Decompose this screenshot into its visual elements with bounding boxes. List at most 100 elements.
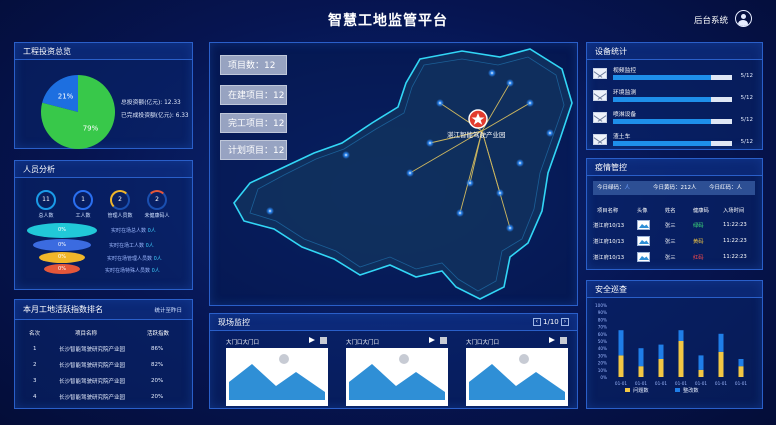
rank-cell: 3 <box>33 378 37 384</box>
region-map[interactable] <box>210 43 577 305</box>
pie-slice-label: 21% <box>58 92 74 100</box>
play-icon[interactable] <box>309 337 315 343</box>
time-cell: 11:22:23 <box>723 238 747 244</box>
epidemic-panel: 疫情管控 今日绿码：人 今日黄码：212人 今日红码：人 项目名称 头像 姓名 … <box>586 158 763 270</box>
stop-icon[interactable] <box>440 337 447 344</box>
page-title: 智慧工地监管平台 <box>328 13 448 29</box>
activity-col: 活跃指数 <box>147 331 170 337</box>
project-cell: 长沙智能驾驶研究院产业园 <box>59 379 126 385</box>
stop-icon[interactable] <box>320 337 327 344</box>
name-cell: 张三 <box>665 255 676 261</box>
legend-swatch <box>625 388 630 392</box>
prev-page-icon[interactable]: ‹ <box>532 318 541 326</box>
funnel-layer-4: 0% <box>44 264 80 274</box>
project-cell: 长沙智能驾驶研究院产业园 <box>59 347 126 353</box>
envelope-icon <box>593 68 607 79</box>
pie-slice-label: 79% <box>83 125 99 133</box>
photo-icon <box>637 252 650 262</box>
bar-整改数 <box>718 333 724 352</box>
device-progress <box>613 97 732 102</box>
y-tick-label: 50% <box>598 339 607 344</box>
col-avatar: 头像 <box>637 208 648 214</box>
y-tick-label: 0% <box>600 375 607 380</box>
table-row[interactable]: 4 长沙智能驾驶研究院产业园 20% <box>21 389 189 405</box>
x-tick-label: 01-01 <box>695 381 708 386</box>
envelope-icon <box>593 112 607 123</box>
user-avatar-icon[interactable] <box>735 10 752 27</box>
avatar-cell <box>637 249 665 265</box>
epidemic-table: 项目名称 头像 姓名 健康码 入场时间 湛江府10/13 张三 绿码 11:22… <box>593 203 755 265</box>
project-cell: 长沙智能驾驶研究院产业园 <box>59 363 126 369</box>
time-cell: 11:22:23 <box>723 254 747 260</box>
play-icon[interactable] <box>429 337 435 343</box>
envelope-icon <box>593 90 607 101</box>
staff-panel: 人员分析 11 总人数 1 工人数 2 管理人员数 2 未健康码人 0% 0% … <box>14 160 193 290</box>
x-tick-label: 01-01 <box>675 381 688 386</box>
camera-name: 大门口大门口 <box>346 340 380 346</box>
funnel-layer-3: 0% <box>39 252 85 263</box>
bar-整改数 <box>618 330 624 356</box>
bar-问题数 <box>678 341 684 377</box>
device-count: 5/12 <box>740 73 753 79</box>
table-row[interactable]: 湛江府10/13 张三 绿码 11:22:23 <box>593 217 755 233</box>
investment-title: 工程投资总览 <box>15 43 192 60</box>
table-row[interactable]: 2 长沙智能驾驶研究院产业园 82% <box>21 357 189 373</box>
envelope-icon <box>593 134 607 145</box>
device-progress <box>613 75 732 80</box>
bar-整改数 <box>678 330 684 341</box>
device-name: 喷淋设备 <box>613 112 637 118</box>
y-tick-label: 100% <box>595 303 607 308</box>
pie-svg: 21% 79% <box>40 75 115 149</box>
device-env[interactable]: 环境监测 5/12 <box>593 87 757 107</box>
health-code-cell: 红码 <box>693 255 704 261</box>
x-tick-label: 01-01 <box>715 381 728 386</box>
ring-unhealthy: 2 <box>147 190 167 210</box>
epidemic-header-row: 项目名称 头像 姓名 健康码 入场时间 <box>593 203 755 217</box>
bar-整改数 <box>638 348 644 367</box>
x-tick-label: 01-01 <box>655 381 668 386</box>
activity-cell: 20% <box>151 394 164 400</box>
camera-item-2[interactable]: 大门口大门口 <box>346 337 448 406</box>
avatar-cell <box>637 233 665 249</box>
header: 智慧工地监管平台 后台系统 <box>0 0 776 38</box>
ranking-panel: 本月工地活跃指数排名 统计至昨日 名次 项目名称 活跃指数 1 长沙智能驾驶研究院… <box>14 299 193 409</box>
camera-item-1[interactable]: 大门口大门口 <box>226 337 328 406</box>
device-sprinkler[interactable]: 喷淋设备 5/12 <box>593 109 757 129</box>
next-page-icon[interactable]: › <box>561 318 569 326</box>
ring-managers-label: 管理人员数 <box>107 213 133 219</box>
device-truck[interactable]: 渣土车 5/12 <box>593 131 757 151</box>
bar-问题数 <box>658 359 664 377</box>
photo-icon <box>637 236 650 246</box>
device-video[interactable]: 视频监控 5/12 <box>593 65 757 85</box>
stat-planned-projects: 计划项目：12 <box>220 140 287 160</box>
ranking-header-row: 名次 项目名称 活跃指数 <box>21 325 189 341</box>
device-name: 视频监控 <box>613 68 637 74</box>
admin-link[interactable]: 后台系统 <box>694 14 728 26</box>
stop-icon[interactable] <box>560 337 567 344</box>
layer-4-percent: 0% <box>58 266 66 272</box>
camera-name: 大门口大门口 <box>466 340 500 346</box>
camera-item-3[interactable]: 大门口大门口 <box>466 337 568 406</box>
layer-1-percent: 0% <box>58 227 66 233</box>
table-row[interactable]: 3 长沙智能驾驶研究院产业园 20% <box>21 373 189 389</box>
ring-workers: 1 <box>73 190 93 210</box>
ring-total-label: 总人数 <box>38 213 54 219</box>
device-name: 环境监测 <box>613 90 637 96</box>
x-tick-label: 01-01 <box>735 381 748 386</box>
rank-cell: 4 <box>33 394 37 400</box>
page-indicator: 1/10 <box>543 318 559 326</box>
devices-title: 设备统计 <box>587 43 762 60</box>
bar-整改数 <box>658 344 664 359</box>
y-tick-label: 90% <box>598 310 607 315</box>
camera-panel: 现场监控 ‹ 1/10 › 大门口大门口 大门口大门口 大门口大门口 <box>209 313 578 409</box>
yellow-count: 今日黄码：212人 <box>653 185 697 191</box>
photo-icon <box>637 220 650 230</box>
completed-investment: 已完成投资额(亿元): 6.33 <box>121 113 189 119</box>
table-row[interactable]: 湛江府10/13 张三 黄码 11:22:23 <box>593 233 755 249</box>
bar-整改数 <box>738 359 744 367</box>
y-tick-label: 40% <box>598 346 607 351</box>
green-count: 今日绿码：人 <box>597 185 631 191</box>
table-row[interactable]: 1 长沙智能驾驶研究院产业园 86% <box>21 341 189 357</box>
play-icon[interactable] <box>549 337 555 343</box>
table-row[interactable]: 湛江府10/13 张三 红码 11:22:23 <box>593 249 755 265</box>
